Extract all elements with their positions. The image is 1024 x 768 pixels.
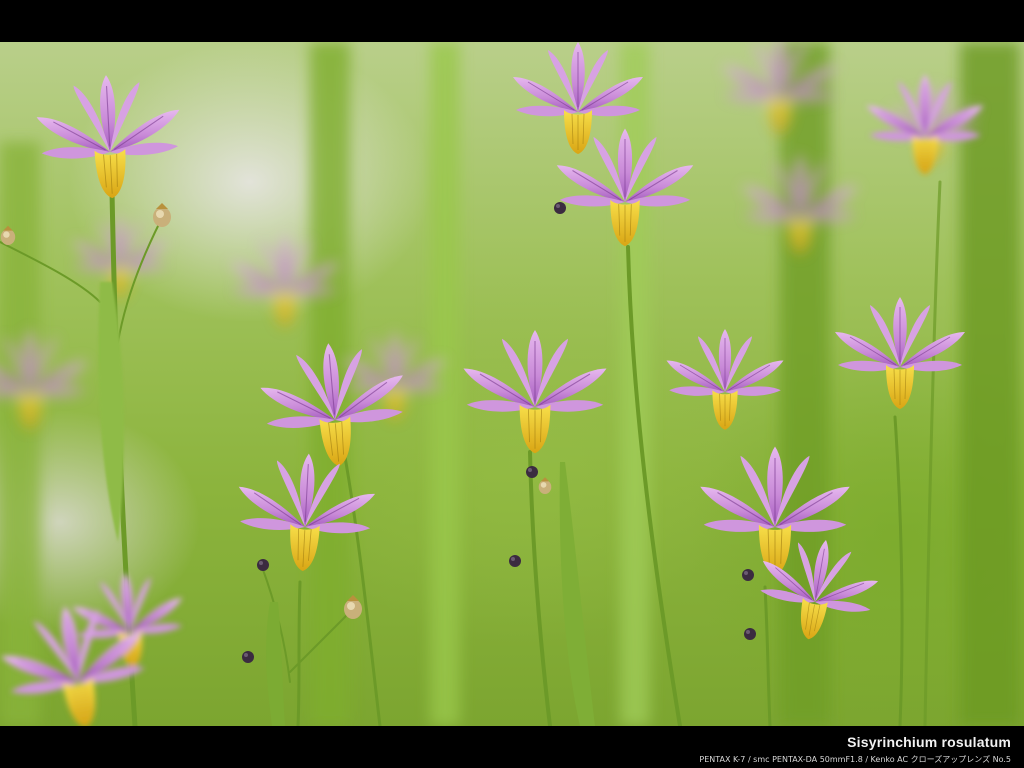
top-letterbox-bar <box>0 0 1024 42</box>
species-caption: Sisyrinchium rosulatum <box>847 734 1011 750</box>
camera-equipment-caption: PENTAX K-7 / smc PENTAX-DA 50mmF1.8 / Ke… <box>699 755 1011 764</box>
flower-photo <box>0 42 1024 726</box>
photo-illustration <box>0 42 1020 726</box>
